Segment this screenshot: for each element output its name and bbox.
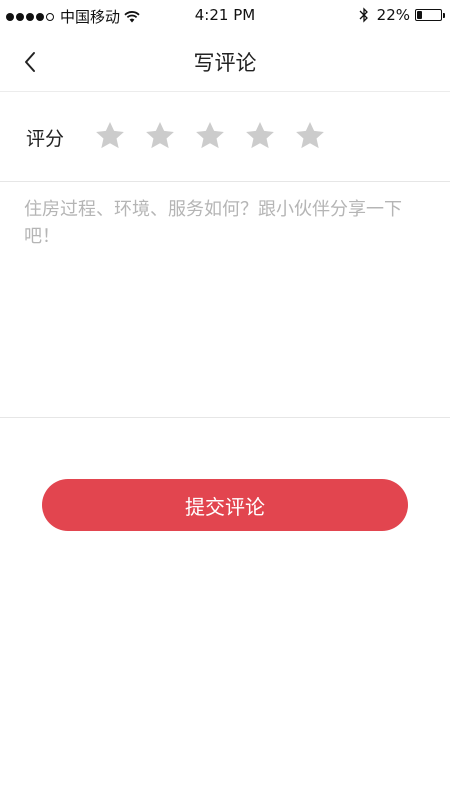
star-icon[interactable] <box>144 120 176 152</box>
rating-label: 评分 <box>26 128 65 150</box>
battery-percent: 22% <box>376 6 410 24</box>
nav-bar: 写评论 <box>0 30 450 92</box>
submit-review-button[interactable]: 提交评论 <box>42 479 408 531</box>
page-title: 写评论 <box>193 51 257 75</box>
status-bar: 中国移动 4:21 PM 22% <box>0 0 450 30</box>
battery-tip <box>443 13 445 18</box>
star-icon[interactable] <box>244 120 276 152</box>
star-icon[interactable] <box>194 120 226 152</box>
star-rating <box>94 120 344 152</box>
review-input[interactable] <box>0 182 450 417</box>
rating-row: 评分 <box>0 92 450 182</box>
status-right: 22% <box>359 6 445 24</box>
star-icon[interactable] <box>294 120 326 152</box>
battery-icon <box>415 9 445 21</box>
back-button[interactable] <box>14 46 46 78</box>
star-icon[interactable] <box>94 120 126 152</box>
chevron-left-icon <box>25 52 35 72</box>
review-area <box>0 182 450 418</box>
bluetooth-icon <box>359 7 368 23</box>
battery-fill <box>417 11 423 19</box>
